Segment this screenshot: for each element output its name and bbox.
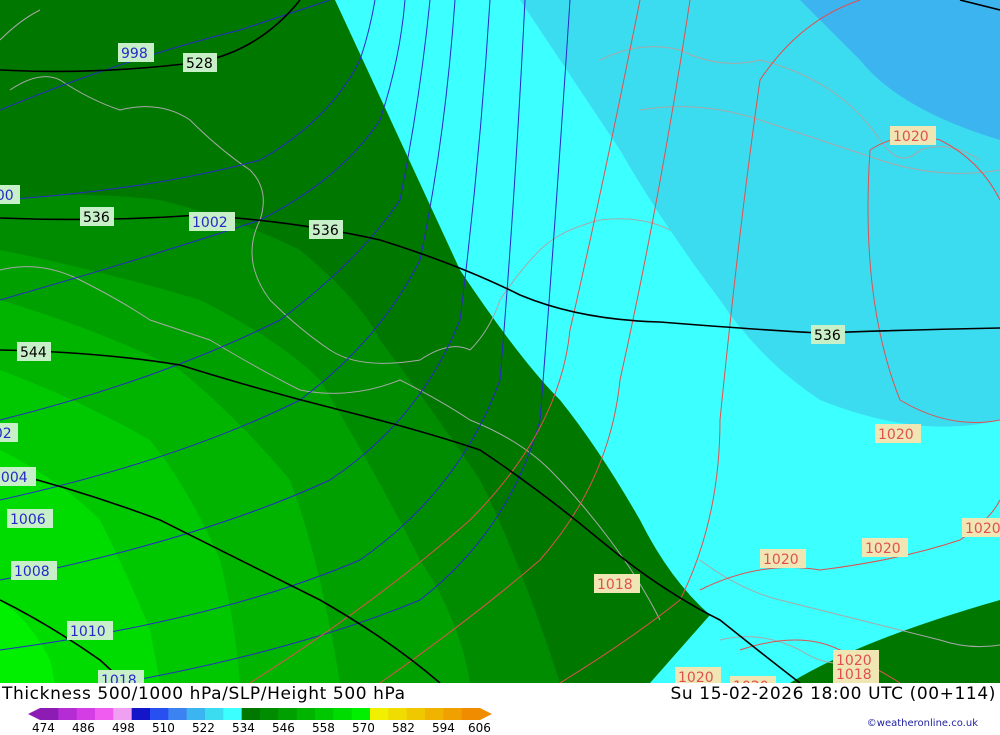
label-text: 528 [186, 56, 213, 72]
color-scale-ticks: 474 486 498 510 522 534 546 558 570 582 … [28, 721, 508, 735]
label-text: 1002 [192, 215, 228, 231]
scale-swatch [186, 708, 206, 720]
scale-swatch [241, 708, 261, 720]
credit-link[interactable]: ©weatheronline.co.uk [867, 718, 978, 729]
label-text: 1020 [893, 129, 929, 145]
label-text: 1020 [678, 670, 714, 683]
label-text: 1018 [836, 667, 872, 683]
map-datetime: Su 15-02-2026 18:00 UTC (00+114) [670, 684, 996, 704]
thickness-label: 528 [183, 53, 217, 72]
scale-swatch [296, 708, 316, 720]
label-text: 1020 [865, 541, 901, 557]
label-text: 544 [20, 345, 47, 361]
scale-swatch [76, 708, 96, 720]
pressure-label: 1004 [0, 467, 36, 486]
scale-swatch [461, 708, 481, 720]
label-text: 536 [312, 223, 339, 239]
pressure-label: 1008 [11, 561, 57, 580]
thickness-label: 544 [17, 342, 51, 361]
scale-swatch [260, 708, 279, 720]
pressure-label: 998 [118, 43, 154, 62]
scale-arrow-right [480, 708, 492, 720]
label-text: 1000 [0, 188, 14, 204]
map-footer: Thickness 500/1000 hPa/SLP/Height 500 hP… [0, 683, 1000, 735]
label-text: 998 [121, 46, 148, 62]
label-text: 1020 [965, 521, 1000, 537]
label-text: 1018 [101, 673, 137, 683]
pressure-label: 1000 [0, 185, 20, 204]
scale-swatch [315, 708, 334, 720]
scale-swatch [406, 708, 426, 720]
pressure-label: 1002 [189, 212, 235, 231]
scale-swatch [150, 708, 169, 720]
scale-arrow-left [28, 708, 40, 720]
thickness-fill [0, 0, 1000, 683]
pressure-label: 1020 [890, 126, 936, 145]
label-text: 536 [814, 328, 841, 344]
scale-swatch [58, 708, 78, 720]
scale-swatch [40, 708, 59, 720]
scale-swatch [131, 708, 151, 720]
weather-map: 528 536 536 536 544 998 1000 [0, 0, 1000, 683]
pressure-label: 1020 [833, 650, 879, 669]
scale-swatch [205, 708, 224, 720]
scale-swatch [425, 708, 444, 720]
scale-swatch [278, 708, 298, 720]
label-text: 1010 [70, 624, 106, 640]
label-text: 1020 [878, 427, 914, 443]
scale-swatch [223, 708, 243, 720]
thickness-label: 536 [309, 220, 343, 239]
pressure-label: 1020 [875, 424, 921, 443]
scale-swatch [370, 708, 389, 720]
color-scale [28, 708, 492, 720]
thickness-label: 536 [80, 207, 114, 226]
scale-swatch [388, 708, 408, 720]
label-text: 536 [83, 210, 110, 226]
thickness-label: 536 [811, 325, 845, 344]
label-text: 1020 [836, 653, 872, 669]
scale-swatch [351, 708, 371, 720]
label-text: 1006 [10, 512, 46, 528]
pressure-label: 1020 [962, 518, 1000, 537]
pressure-label: 1018 [594, 574, 640, 593]
label-text: 1020 [763, 552, 799, 568]
scale-swatch [168, 708, 188, 720]
pressure-label: 1020 [675, 667, 721, 683]
scale-swatch [113, 708, 133, 720]
scale-swatch [95, 708, 114, 720]
pressure-label: 1010 [67, 621, 113, 640]
pressure-label: 1020 [862, 538, 908, 557]
label-text: 1018 [597, 577, 633, 593]
scale-swatch [443, 708, 463, 720]
label-text: 1002 [0, 426, 12, 442]
pressure-label: 1002 [0, 423, 18, 442]
pressure-label: 1018 [98, 670, 144, 683]
pressure-label: 1020 [760, 549, 806, 568]
pressure-label: 1006 [7, 509, 53, 528]
pressure-label: 1020 [730, 676, 776, 683]
map-title: Thickness 500/1000 hPa/SLP/Height 500 hP… [2, 684, 406, 704]
label-text: 1004 [0, 470, 28, 486]
label-text: 1008 [14, 564, 50, 580]
scale-swatch [333, 708, 353, 720]
